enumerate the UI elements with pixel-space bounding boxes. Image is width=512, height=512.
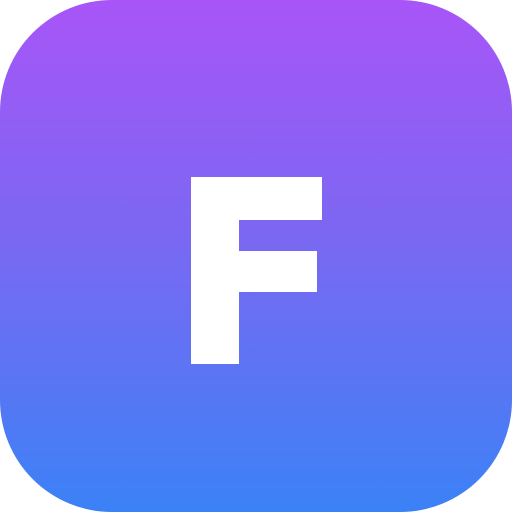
app-icon[interactable] (0, 0, 512, 512)
letter-f-glyph (191, 177, 322, 364)
